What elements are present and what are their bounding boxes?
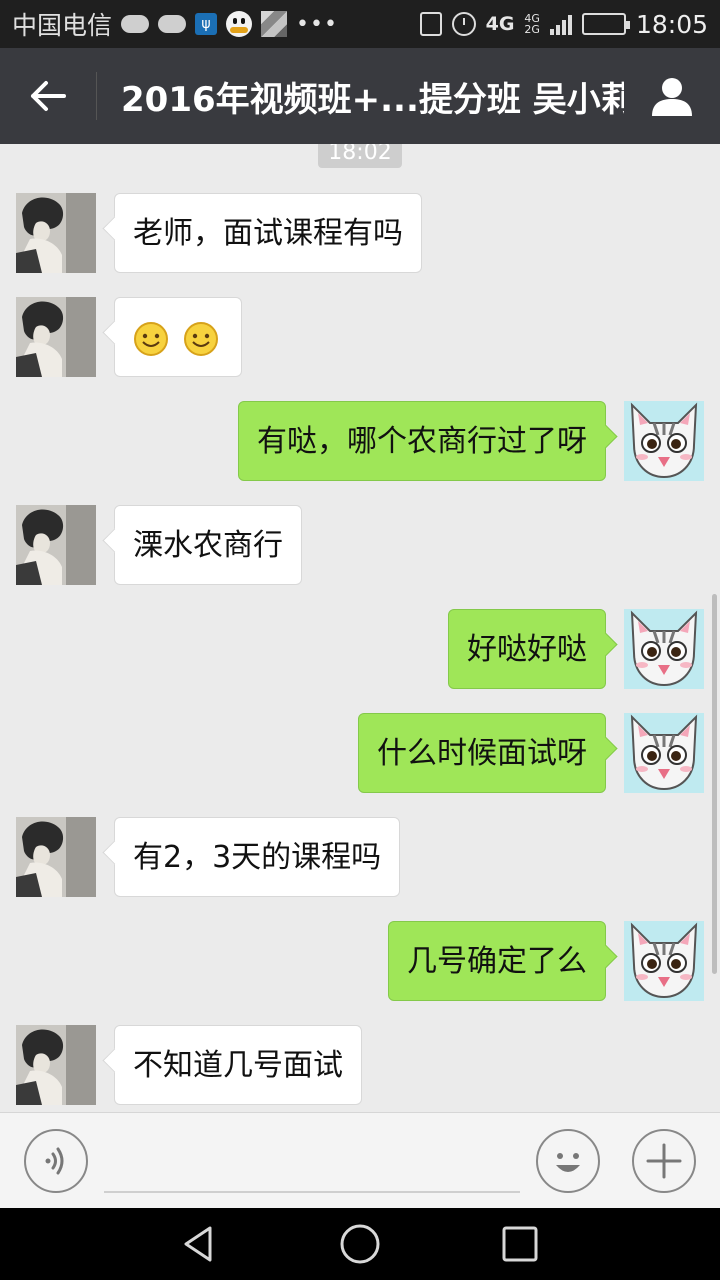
message-row: 好哒好哒 xyxy=(0,609,720,689)
person-icon xyxy=(652,78,692,116)
smile-emoji-icon xyxy=(134,321,168,356)
message-list[interactable]: 18:02 老师，面试课程有吗 有哒，哪个农商行过了呀 溧水农商行 好哒好哒 什… xyxy=(0,144,720,1112)
chat-title: 2016年视频班+...提分班 吴小莉 xyxy=(121,79,624,120)
contact-avatar[interactable] xyxy=(16,193,96,273)
alarm-icon xyxy=(451,12,476,36)
message-bubble[interactable]: 什么时候面试呀 xyxy=(358,713,606,793)
battery-icon xyxy=(581,13,630,35)
message-bubble[interactable]: 好哒好哒 xyxy=(448,609,606,689)
plus-icon xyxy=(646,1143,682,1179)
back-button[interactable] xyxy=(0,48,96,144)
message-bubble[interactable]: 老师，面试课程有吗 xyxy=(114,193,422,273)
message-bubble[interactable]: 不知道几号面试 xyxy=(114,1025,362,1105)
contact-avatar[interactable] xyxy=(16,297,96,377)
more-icon: ••• xyxy=(296,11,338,37)
message-row xyxy=(0,297,720,377)
contact-avatar[interactable] xyxy=(16,1025,96,1105)
clock: 18:05 xyxy=(635,9,708,39)
chat-info-button[interactable] xyxy=(624,48,720,144)
chat-header: 2016年视频班+...提分班 吴小莉 xyxy=(0,48,720,144)
contact-avatar[interactable] xyxy=(16,505,96,585)
message-row: 溧水农商行 xyxy=(0,505,720,585)
my-avatar[interactable] xyxy=(624,401,704,481)
my-avatar[interactable] xyxy=(624,609,704,689)
message-timestamp: 18:02 xyxy=(318,144,402,168)
voice-icon xyxy=(45,1147,64,1175)
my-avatar[interactable] xyxy=(624,713,704,793)
smiley-icon xyxy=(556,1153,580,1172)
network-type: 4G xyxy=(485,13,515,35)
message-bubble[interactable]: 几号确定了么 xyxy=(388,921,606,1001)
smile-emoji-icon xyxy=(183,321,218,356)
contact-avatar[interactable] xyxy=(16,817,96,897)
mini-badge-icon xyxy=(121,15,150,33)
qq-icon xyxy=(226,11,253,37)
message-bubble[interactable]: 有2，3天的课程吗 xyxy=(114,817,401,897)
voice-button[interactable] xyxy=(24,1129,88,1193)
carrier-label: 中国电信 xyxy=(12,11,113,40)
message-row: 不知道几号面试 xyxy=(0,1025,720,1105)
system-nav-bar xyxy=(0,1208,720,1280)
mini-badge-icon xyxy=(158,15,187,33)
input-bar xyxy=(0,1112,720,1208)
nav-back-icon[interactable] xyxy=(176,1224,224,1264)
message-bubble[interactable] xyxy=(114,297,242,377)
message-row: 有2，3天的课程吗 xyxy=(0,817,720,897)
message-row: 有哒，哪个农商行过了呀 xyxy=(0,401,720,481)
message-row: 什么时候面试呀 xyxy=(0,713,720,793)
signal-icon xyxy=(549,13,572,35)
vibrate-icon xyxy=(419,12,442,36)
nav-recent-icon[interactable] xyxy=(498,1222,542,1266)
status-bar: 中国电信 ψ ••• 4G 4G 2G 18:05 xyxy=(0,0,720,48)
message-bubble[interactable]: 有哒，哪个农商行过了呀 xyxy=(238,401,606,481)
message-row: 几号确定了么 xyxy=(0,921,720,1001)
more-functions-button[interactable] xyxy=(632,1129,696,1193)
header-divider xyxy=(96,72,97,120)
my-avatar[interactable] xyxy=(624,921,704,1001)
message-input[interactable] xyxy=(104,1133,520,1193)
gallery-icon xyxy=(261,11,288,37)
nav-home-icon[interactable] xyxy=(338,1222,382,1266)
message-row: 老师，面试课程有吗 xyxy=(0,193,720,273)
arrow-left-icon xyxy=(31,81,66,111)
message-bubble[interactable]: 溧水农商行 xyxy=(114,505,302,585)
usb-icon: ψ xyxy=(195,13,218,35)
scrollbar[interactable] xyxy=(712,594,717,974)
network-type-secondary: 4G 2G xyxy=(524,12,540,36)
emoji-button[interactable] xyxy=(536,1129,600,1193)
